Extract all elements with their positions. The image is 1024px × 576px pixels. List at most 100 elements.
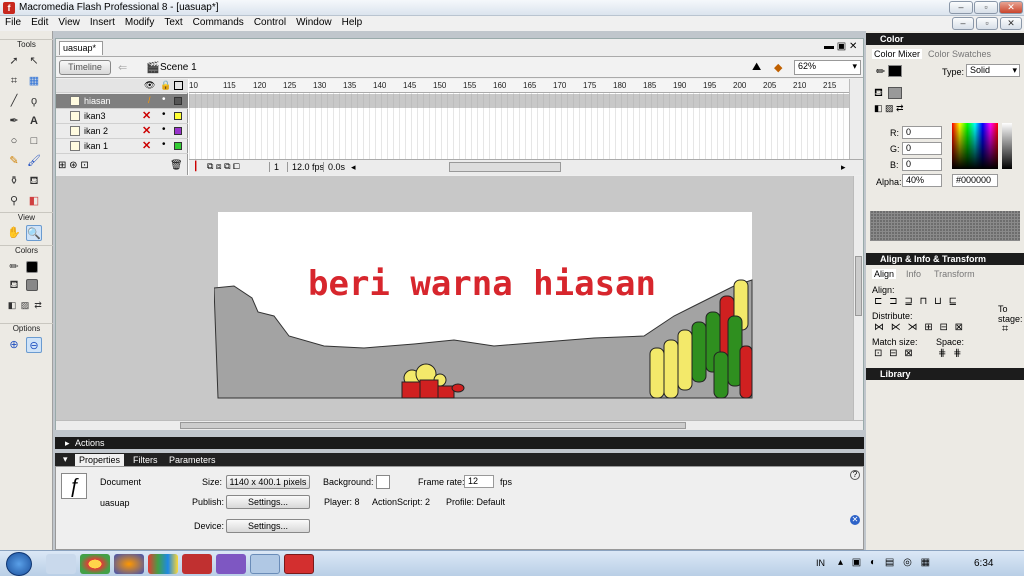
visibility-dot[interactable]: • (162, 124, 166, 135)
explorer-icon[interactable] (46, 554, 76, 574)
mixer-fill-swatch[interactable] (888, 87, 902, 99)
app-icon[interactable] (182, 554, 212, 574)
layer-color-box[interactable] (174, 142, 182, 150)
back-arrow-icon[interactable]: ⇐ (118, 61, 127, 74)
start-button-icon[interactable] (6, 552, 32, 576)
device-settings-button[interactable]: Settings... (226, 519, 310, 533)
free-transform-icon[interactable]: ⌗ (6, 73, 22, 89)
visibility-dot[interactable]: • (162, 94, 166, 105)
layer-color-box[interactable] (174, 112, 182, 120)
color-spectrum[interactable] (952, 123, 998, 169)
color-panel-header[interactable]: Color (866, 33, 1024, 45)
zoom-select[interactable]: 62% ▾ (794, 60, 861, 75)
tab-transform[interactable]: Transform (934, 269, 975, 279)
layer-row-ikan3[interactable]: ikan3 ✕ • (56, 109, 188, 124)
brush-tool-icon[interactable]: 🖌 (26, 153, 42, 169)
eyedropper-icon[interactable]: ⚲ (6, 193, 22, 209)
actions-panel-bar[interactable]: ▸ Actions (55, 437, 864, 449)
document-tab[interactable]: uasuap* (59, 41, 103, 55)
vs-icon[interactable] (216, 554, 246, 574)
layer-color-box[interactable] (174, 97, 182, 105)
menu-commands[interactable]: Commands (188, 16, 249, 28)
mixer-stroke-swatch[interactable] (888, 65, 902, 77)
tray-icons[interactable]: ▴ ▣ ◐ ▤ ◎ ▦ (838, 557, 933, 568)
menu-edit[interactable]: Edit (26, 16, 53, 28)
stroke-color-swatch[interactable] (26, 261, 38, 273)
close-panel-icon[interactable]: ✕ (850, 515, 860, 525)
pen-tool-icon[interactable]: ✒ (6, 113, 22, 129)
menu-window[interactable]: Window (291, 16, 337, 28)
outline-icon[interactable] (174, 81, 183, 90)
space-buttons[interactable]: ⋕ ⋕ (938, 348, 964, 359)
stage-vscroll[interactable] (853, 176, 863, 420)
publish-settings-button[interactable]: Settings... (226, 495, 310, 509)
doc-window-controls-icon[interactable]: ▬ ▣ ✕ (824, 41, 857, 52)
zoom-tool-icon[interactable]: 🔍 (26, 225, 42, 241)
chrome-icon[interactable] (80, 554, 110, 574)
hidden-x-icon[interactable]: ✕ (142, 109, 151, 122)
paint-icon[interactable] (250, 554, 280, 574)
playhead-icon[interactable]: ┃ (193, 161, 198, 172)
layer-row-hiasan[interactable]: hiasan / • (56, 94, 188, 109)
visibility-dot[interactable]: • (162, 139, 166, 150)
delete-layer-icon[interactable]: 🗑 (170, 160, 183, 171)
align-panel-header[interactable]: Align & Info & Transform (866, 253, 1024, 265)
language-indicator[interactable]: IN (816, 558, 825, 568)
text-tool-icon[interactable]: A (26, 113, 42, 129)
hidden-x-icon[interactable]: ✕ (142, 139, 151, 152)
g-input[interactable]: 0 (902, 142, 942, 155)
help-icon[interactable]: ? (850, 470, 860, 480)
tab-info[interactable]: Info (906, 269, 921, 279)
timeline-vscroll[interactable] (849, 79, 863, 159)
oval-tool-icon[interactable]: ○ (6, 133, 22, 149)
menu-help[interactable]: Help (337, 16, 368, 28)
size-button[interactable]: 1140 x 400.1 pixels (226, 475, 310, 489)
eye-icon[interactable]: 👁 (144, 80, 155, 91)
frame-ruler[interactable]: 10 115 120 125 130 135 140 145 150 155 160 165 170 17… (189, 79, 857, 93)
doc-minimize-button[interactable]: – (952, 17, 974, 30)
selection-tool-icon[interactable]: ➚ (6, 53, 22, 69)
tab-color-mixer[interactable]: Color Mixer (872, 49, 923, 59)
media-icon[interactable] (148, 554, 178, 574)
frame-rate-input[interactable]: 12 (464, 475, 494, 488)
zoom-in-icon[interactable]: ⊕ (6, 337, 22, 353)
menu-modify[interactable]: Modify (120, 16, 159, 28)
brightness-slider[interactable] (1002, 123, 1012, 169)
collapse-arrow-icon[interactable]: ▾ (63, 454, 68, 465)
maximize-button[interactable]: ▫ (974, 1, 998, 14)
edit-symbol-icon[interactable]: ◆ (774, 61, 782, 74)
rectangle-tool-icon[interactable]: □ (26, 133, 42, 149)
scroll-left-icon[interactable]: ◂ (351, 162, 356, 173)
firefox-icon[interactable] (114, 554, 144, 574)
visibility-dot[interactable]: • (162, 109, 166, 120)
r-input[interactable]: 0 (902, 126, 942, 139)
distribute-buttons[interactable]: ⋈ ⋉ ⋊ ⊞ ⊟ ⊠ (874, 322, 965, 333)
tab-filters[interactable]: Filters (129, 454, 162, 466)
frames-grid[interactable]: 10 115 120 125 130 135 140 145 150 155 160 165 170 17… (189, 79, 857, 159)
align-buttons[interactable]: ⊏ ⊐ ⊒ ⊓ ⊔ ⊑ (874, 296, 959, 307)
zoom-out-icon[interactable]: ⊖ (26, 337, 42, 353)
seabed-graphic[interactable] (214, 276, 754, 402)
add-layer-icons[interactable]: ⊞ ⊛ ⊡ (58, 160, 89, 171)
line-tool-icon[interactable]: ╱ (6, 93, 22, 109)
alpha-input[interactable]: 40% (902, 174, 942, 187)
stage-vscroll-thumb[interactable] (855, 256, 862, 316)
gradient-transform-icon[interactable]: ▦ (26, 73, 42, 89)
timeline-hscroll-thumb[interactable] (449, 162, 561, 172)
tab-properties[interactable]: Properties (75, 454, 125, 466)
layer-color-box[interactable] (174, 127, 182, 135)
timeline-toggle-button[interactable]: Timeline (59, 60, 111, 75)
type-select[interactable]: Solid ▾ (966, 64, 1020, 77)
library-panel-header[interactable]: Library (866, 368, 1024, 380)
stage-hscroll-thumb[interactable] (180, 422, 686, 429)
lock-icon[interactable]: 🔒 (160, 80, 171, 91)
menu-text[interactable]: Text (159, 16, 187, 28)
menu-control[interactable]: Control (249, 16, 291, 28)
onion-skin-icons[interactable]: ⧉ ⧈ ⧉ ⧠ (207, 161, 240, 172)
tab-align[interactable]: Align (872, 269, 897, 279)
minimize-button[interactable]: – (949, 1, 973, 14)
b-input[interactable]: 0 (902, 158, 942, 171)
hidden-x-icon[interactable]: ✕ (142, 124, 151, 137)
doc-restore-button[interactable]: ▫ (976, 17, 998, 30)
tab-parameters[interactable]: Parameters (165, 454, 220, 466)
